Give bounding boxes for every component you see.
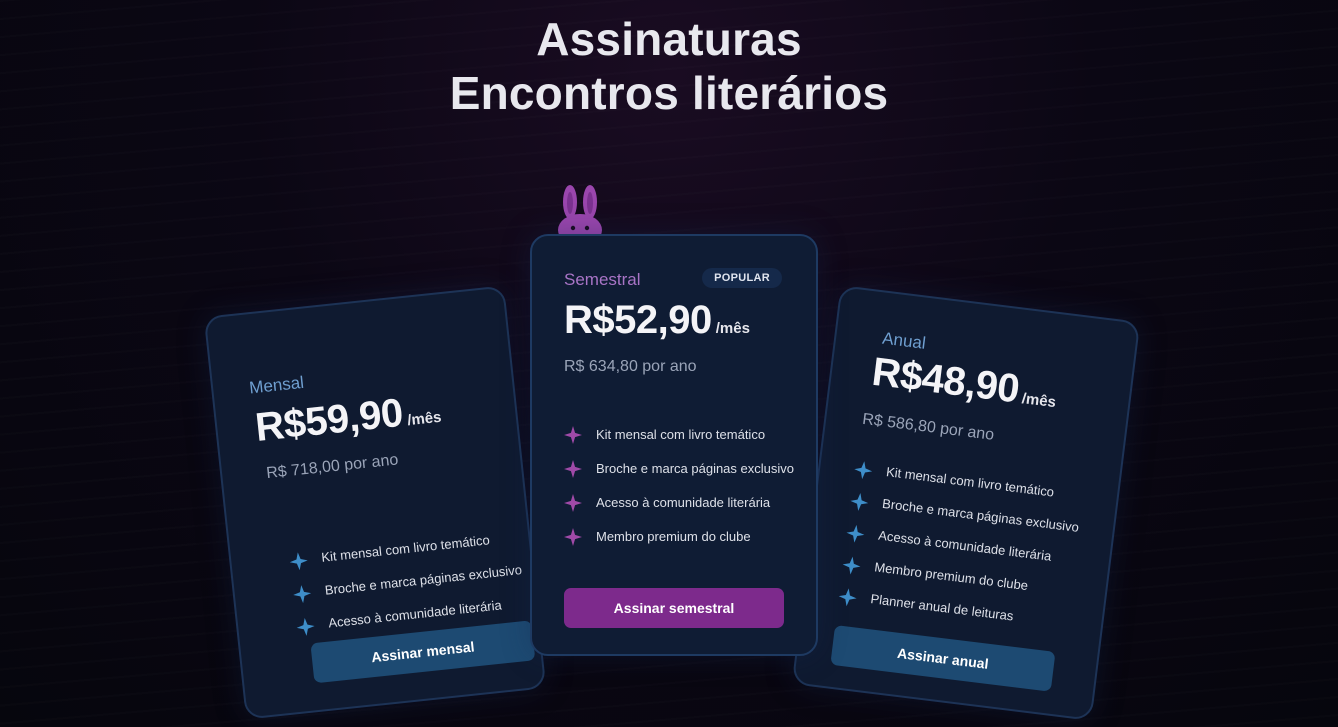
yearly-total: R$ 634,80 por ano (564, 358, 697, 375)
page-title-line-2: Encontros literários (449, 67, 889, 119)
plan-name: Mensal (248, 372, 305, 398)
price-period: /mês (1020, 390, 1057, 412)
feature-item: Acesso à comunidade literária (564, 494, 794, 512)
price-period: /mês (406, 408, 443, 430)
page-title-line-1: Assinaturas (536, 13, 802, 65)
page-title: Assinaturas Encontros literários (0, 12, 1338, 120)
feature-label: Membro premium do clube (596, 529, 751, 544)
price-row: R$48,90 /mês (870, 350, 1060, 417)
sparkle-icon (850, 493, 869, 511)
feature-label: Acesso à comunidade literária (596, 495, 771, 510)
feature-label: Membro premium do clube (873, 559, 1029, 594)
feature-label: Planner anual de leituras (869, 591, 1015, 624)
sparkle-icon (846, 524, 865, 543)
sparkle-icon (289, 552, 308, 571)
plan-price: R$59,90 (253, 390, 405, 450)
popular-badge: POPULAR (702, 268, 782, 288)
sparkle-icon (564, 426, 582, 444)
sparkle-icon (842, 556, 861, 575)
price-row: R$59,90 /mês (253, 387, 443, 451)
sparkle-icon (564, 494, 582, 512)
yearly-total: R$ 586,80 por ano (861, 410, 996, 444)
plan-price: R$52,90 (564, 298, 712, 342)
sparkle-icon (293, 585, 312, 604)
subscribe-semester-button[interactable]: Assinar semestral (564, 588, 784, 628)
plan-name: Semestral (564, 270, 641, 289)
feature-label: Kit mensal com livro temático (885, 464, 1055, 500)
feature-list: Kit mensal com livro temático Broche e m… (564, 426, 794, 562)
feature-label: Acesso à comunidade literária (877, 527, 1053, 564)
sparkle-icon (564, 460, 582, 478)
sparkle-icon (854, 461, 873, 480)
sparkle-icon (296, 617, 315, 636)
bunny-icon (558, 185, 602, 238)
feature-item: Kit mensal com livro temático (564, 426, 794, 444)
feature-label: Broche e marca páginas exclusivo (324, 562, 523, 598)
plan-name: Anual (881, 328, 927, 353)
feature-label: Kit mensal com livro temático (320, 532, 491, 565)
feature-item: Broche e marca páginas exclusivo (564, 460, 794, 478)
price-row: R$52,90 /mês (564, 298, 750, 343)
sparkle-icon (564, 528, 582, 546)
plan-card-semester: Semestral POPULAR R$52,90 /mês R$ 634,80… (530, 234, 818, 656)
feature-label: Kit mensal com livro temático (596, 427, 766, 442)
feature-list: Kit mensal com livro temático Broche e m… (836, 460, 1084, 647)
sparkle-icon (838, 588, 857, 607)
feature-label: Broche e marca páginas exclusivo (596, 461, 794, 476)
plan-price: R$48,90 (869, 349, 1022, 412)
price-period: /mês (715, 320, 750, 337)
plan-card-annual: Anual R$48,90 /mês R$ 586,80 por ano Kit… (791, 285, 1141, 721)
plan-card-monthly: Mensal R$59,90 /mês R$ 718,00 por ano Ki… (203, 285, 547, 720)
feature-item: Membro premium do clube (564, 528, 794, 546)
yearly-total: R$ 718,00 por ano (265, 451, 400, 483)
